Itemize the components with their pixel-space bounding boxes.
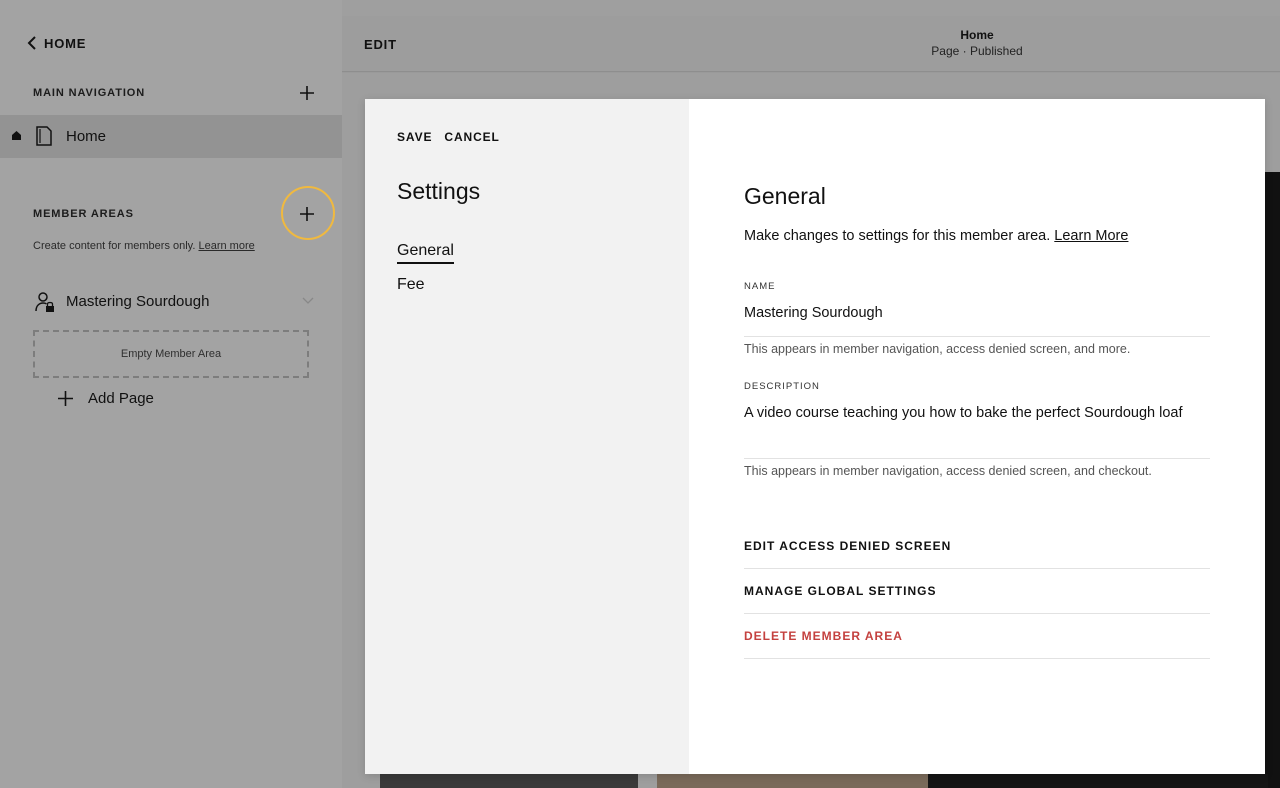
add-member-area-button[interactable] bbox=[297, 204, 317, 224]
general-description: Make changes to settings for this member… bbox=[744, 228, 1128, 244]
back-home-button[interactable]: HOME bbox=[26, 35, 86, 51]
page-preview-dark-block bbox=[1265, 172, 1280, 788]
page-status: Page · Published bbox=[931, 44, 1023, 58]
tab-fee[interactable]: Fee bbox=[397, 276, 425, 294]
description-field-label: DESCRIPTION bbox=[744, 381, 820, 392]
main-navigation-label: MAIN NAVIGATION bbox=[33, 87, 146, 99]
plus-icon bbox=[300, 86, 314, 100]
page-icon bbox=[36, 126, 52, 146]
plus-icon bbox=[300, 207, 314, 221]
add-navigation-button[interactable] bbox=[297, 83, 317, 103]
sidebar: HOME MAIN NAVIGATION Home MEMBER AREAS C… bbox=[0, 0, 342, 788]
name-field[interactable]: Mastering Sourdough bbox=[744, 305, 1210, 337]
member-lock-icon bbox=[35, 292, 54, 312]
save-button[interactable]: SAVE bbox=[397, 130, 432, 144]
action-label: EDIT ACCESS DENIED SCREEN bbox=[744, 539, 952, 553]
member-areas-help: Create content for members only. Learn m… bbox=[33, 240, 255, 252]
general-heading: General bbox=[744, 183, 826, 209]
sidebar-item-home[interactable]: Home bbox=[0, 115, 342, 158]
action-label: DELETE MEMBER AREA bbox=[744, 629, 903, 643]
page-preview-image bbox=[380, 774, 638, 788]
member-area-label: Mastering Sourdough bbox=[66, 293, 210, 310]
general-description-text: Make changes to settings for this member… bbox=[744, 228, 1051, 244]
plus-icon bbox=[58, 391, 73, 406]
editor-topbar: EDIT Home Page · Published bbox=[342, 16, 1280, 72]
member-areas-label: MEMBER AREAS bbox=[33, 208, 134, 220]
page-title: Home bbox=[960, 28, 994, 42]
page-preview-image bbox=[657, 774, 928, 788]
description-field-hint: This appears in member navigation, acces… bbox=[744, 464, 1152, 478]
chevron-down-icon[interactable] bbox=[302, 297, 314, 305]
top-strip bbox=[342, 0, 1280, 16]
cancel-button[interactable]: CANCEL bbox=[444, 130, 499, 144]
home-icon bbox=[12, 131, 21, 140]
settings-modal: SAVE CANCEL Settings General Fee General… bbox=[365, 99, 1265, 774]
manage-global-settings-button[interactable]: MANAGE GLOBAL SETTINGS bbox=[744, 569, 1210, 614]
member-area-item[interactable]: Mastering Sourdough bbox=[0, 285, 342, 319]
back-label: HOME bbox=[44, 35, 87, 51]
add-page-label: Add Page bbox=[88, 390, 154, 407]
empty-member-area-label: Empty Member Area bbox=[120, 348, 222, 360]
page-preview-dark-block bbox=[928, 774, 1268, 788]
name-field-label: NAME bbox=[744, 281, 776, 292]
add-page-button[interactable]: Add Page bbox=[57, 390, 154, 407]
chevron-left-icon bbox=[27, 36, 36, 50]
edit-button[interactable]: EDIT bbox=[364, 37, 397, 52]
name-field-hint: This appears in member navigation, acces… bbox=[744, 342, 1131, 356]
empty-member-area: Empty Member Area bbox=[33, 330, 309, 378]
delete-member-area-button[interactable]: DELETE MEMBER AREA bbox=[744, 614, 1210, 659]
learn-more-link[interactable]: Learn more bbox=[198, 240, 254, 252]
settings-title: Settings bbox=[397, 178, 481, 204]
learn-more-link[interactable]: Learn More bbox=[1054, 228, 1128, 244]
member-areas-help-text: Create content for members only. bbox=[33, 240, 196, 252]
action-label: MANAGE GLOBAL SETTINGS bbox=[744, 584, 937, 598]
sidebar-item-label: Home bbox=[66, 128, 107, 145]
description-field[interactable]: A video course teaching you how to bake … bbox=[744, 405, 1210, 459]
edit-access-denied-screen-button[interactable]: EDIT ACCESS DENIED SCREEN bbox=[744, 524, 1210, 569]
modal-actions: SAVE CANCEL bbox=[397, 130, 500, 144]
settings-sidebar: SAVE CANCEL Settings General Fee bbox=[365, 99, 689, 774]
tab-general[interactable]: General bbox=[397, 242, 454, 264]
